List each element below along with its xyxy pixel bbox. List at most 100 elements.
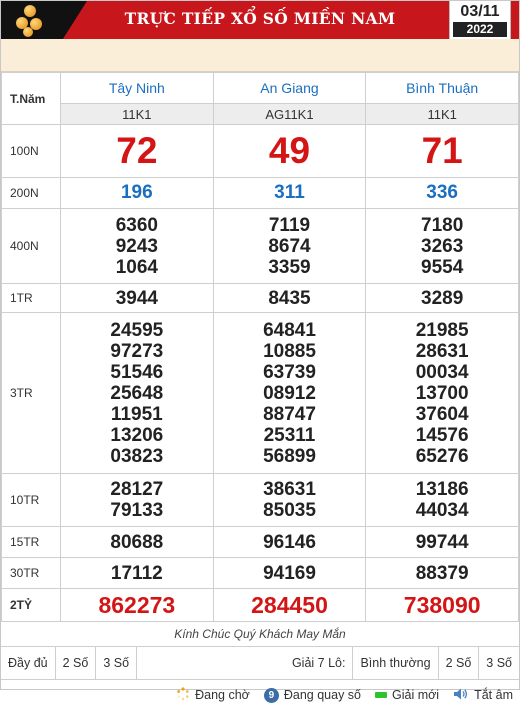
prize-number: 7180 xyxy=(421,214,464,236)
province-name[interactable]: Tây Ninh xyxy=(60,72,214,104)
option-2-digits[interactable]: 2 Số xyxy=(56,647,97,679)
sound-toggle-label: Tắt âm xyxy=(474,688,513,702)
prize-number: 72 xyxy=(116,130,158,171)
prize-cell: 13186 44034 xyxy=(365,473,519,527)
prize-label: 100N xyxy=(1,124,61,178)
prize-number: 24595 xyxy=(110,319,164,341)
date-badge: 03/11 2022 xyxy=(449,1,511,39)
legend-waiting-label: Đang chờ xyxy=(195,688,250,702)
prize-number: 311 xyxy=(274,182,305,203)
province-code: AG11K1 xyxy=(212,103,367,125)
prize-label: 200N xyxy=(1,177,61,209)
prize-cell: 72 xyxy=(60,124,214,178)
header-title: TRỰC TIẾP XỔ SỐ MIỀN NAM xyxy=(124,9,396,28)
prize-number: 17112 xyxy=(110,562,163,584)
prize-number: 44034 xyxy=(415,500,469,521)
prize-number: 99744 xyxy=(415,531,469,553)
prize-cell: 21985 28631 00034 13700 37604 14576 65276 xyxy=(365,312,519,474)
prize-cell: 311 xyxy=(212,177,367,209)
display-options: Đầy đủ 2 Số 3 Số Giải 7 Lô: Bình thường … xyxy=(1,647,519,680)
legend-waiting: Đang chờ xyxy=(176,686,250,704)
prize-number: 80688 xyxy=(110,531,164,553)
province-code: 11K1 xyxy=(60,103,214,125)
prize-row: 2TỶ 862273 284450 738090 xyxy=(1,588,519,622)
label-header: T.Năm xyxy=(1,72,61,125)
province-name[interactable]: Bình Thuận xyxy=(365,72,519,104)
prize-number: 00034 xyxy=(415,361,469,383)
prize-number: 738090 xyxy=(403,591,481,618)
prize-cell: 94169 xyxy=(212,557,367,589)
legend-spinning-label: Đang quay số xyxy=(283,688,361,702)
prize-number: 88747 xyxy=(263,403,316,425)
prize-number: 28127 xyxy=(110,479,164,500)
prize-number: 11951 xyxy=(110,403,163,425)
prize-cell: 28127 79133 xyxy=(60,473,214,527)
prize-cell: 336 xyxy=(365,177,519,209)
prize-cell: 6360 9243 1064 xyxy=(60,208,214,284)
prize-number: 65276 xyxy=(415,445,469,467)
prize-number: 8674 xyxy=(268,235,311,257)
code-row: 11K1 AG11K1 11K1 xyxy=(2,103,519,125)
green-bar-icon xyxy=(375,692,387,698)
prize-row: 1TR 3944 8435 3289 xyxy=(1,283,519,313)
prize-cell: 3289 xyxy=(365,283,519,313)
prize-cell: 38631 85035 xyxy=(212,473,367,527)
option-3-digits-prize7[interactable]: 3 Số xyxy=(479,647,519,679)
header-bar: TRỰC TIẾP XỔ SỐ MIỀN NAM 03/11 2022 xyxy=(1,1,519,39)
status-legend: Đang chờ 9 Đang quay số Giải mới Tắt âm xyxy=(1,680,519,710)
prize-number: 25648 xyxy=(110,382,164,404)
prize-number: 3944 xyxy=(115,287,158,309)
prize-number: 64841 xyxy=(263,319,316,341)
prize-cell: 64841 10885 63739 08912 88747 25311 56899 xyxy=(212,312,367,474)
info-strip xyxy=(1,39,519,72)
prize-cell: 24595 97273 51546 25648 11951 13206 03823 xyxy=(60,312,214,474)
prize-label: 15TR xyxy=(1,526,61,558)
prize-number: 88379 xyxy=(415,562,469,584)
prize-number: 85035 xyxy=(263,500,316,521)
prize-cell: 49 xyxy=(212,124,367,178)
prize-number: 96146 xyxy=(263,531,316,553)
province-name[interactable]: An Giang xyxy=(212,72,367,104)
prize-cell: 3944 xyxy=(60,283,214,313)
options-spacer xyxy=(137,647,285,679)
prize-number: 97273 xyxy=(110,340,164,362)
prize-number: 49 xyxy=(268,130,311,171)
legend-new-prize: Giải mới xyxy=(375,688,439,702)
prize-number: 94169 xyxy=(263,562,316,584)
prize-number: 56899 xyxy=(263,445,316,467)
prize-number: 79133 xyxy=(110,500,164,521)
prize-number: 284450 xyxy=(251,591,328,618)
option-full[interactable]: Đầy đủ xyxy=(1,647,56,679)
prize-label: 10TR xyxy=(1,473,61,527)
prize-label: 30TR xyxy=(1,557,61,589)
prize-label: 1TR xyxy=(1,283,61,313)
prize-cell: 96146 xyxy=(212,526,367,558)
prize-number: 03823 xyxy=(110,445,164,467)
prize-number: 13700 xyxy=(415,382,469,404)
prize-number: 6360 xyxy=(115,214,158,236)
option-2-digits-prize7[interactable]: 2 Số xyxy=(439,647,480,679)
prize-row: 100N 72 49 71 xyxy=(1,124,519,178)
prize-number: 37604 xyxy=(415,403,469,425)
prize-cell: 17112 xyxy=(60,557,214,589)
prize-row: 200N 196 311 336 xyxy=(1,177,519,209)
option-3-digits[interactable]: 3 Số xyxy=(96,647,138,679)
prize-label: 3TR xyxy=(1,312,61,474)
prize-cell: 284450 xyxy=(212,588,367,622)
prize-cell: 88379 xyxy=(365,557,519,589)
sound-toggle[interactable]: Tắt âm xyxy=(453,687,513,704)
prize-cell: 7119 8674 3359 xyxy=(212,208,367,284)
prize-number: 71 xyxy=(421,130,463,171)
prize-number: 7119 xyxy=(268,214,311,236)
prize7-label: Giải 7 Lô: xyxy=(285,647,354,679)
prize-number: 3263 xyxy=(421,235,464,257)
option-normal[interactable]: Bình thường xyxy=(353,647,439,679)
prize-number: 51546 xyxy=(110,361,164,383)
speaker-icon xyxy=(453,687,469,704)
prize-number: 21985 xyxy=(415,319,469,341)
prize-cell: 196 xyxy=(60,177,214,209)
prize-number: 336 xyxy=(426,182,458,203)
province-row: T.Năm Tây Ninh An Giang Bình Thuận xyxy=(1,72,519,125)
wish-text: Kính Chúc Quý Khách May Mắn xyxy=(1,622,519,647)
prize-row: 3TR 24595 97273 51546 25648 11951 13206 03823 64… xyxy=(1,312,519,474)
